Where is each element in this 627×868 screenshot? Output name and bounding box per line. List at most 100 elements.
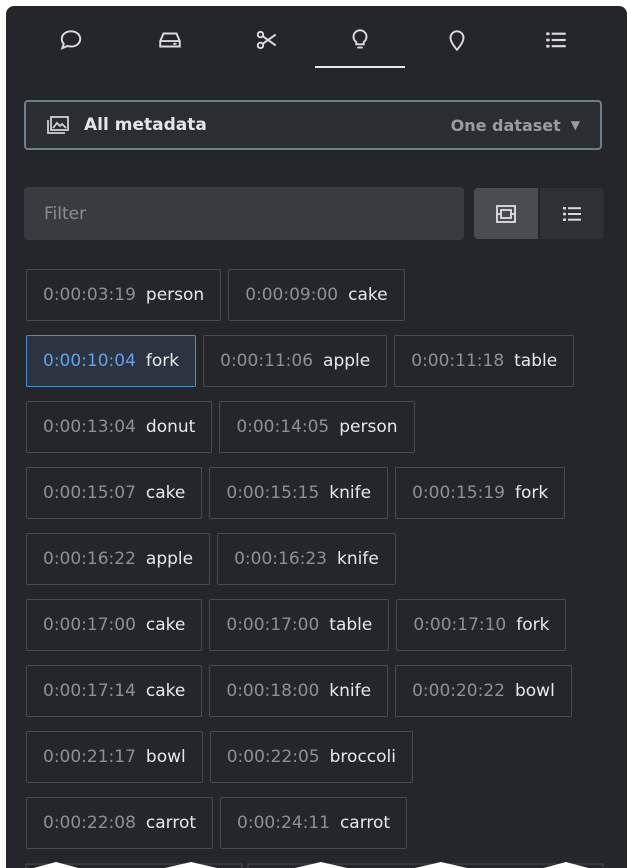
tab-insights[interactable] [338,20,382,60]
metadata-chip-list: 0:00:03:19 person 0:00:09:00 cake 0:00:10:04… [26,269,616,863]
tab-list[interactable] [534,20,578,60]
chip-label: fork [145,351,180,371]
list-view-button[interactable] [540,188,604,239]
tab-comments[interactable] [49,20,93,60]
caret-down-icon: ▼ [570,118,580,132]
chip-timestamp: 0:00:17:00 [226,615,320,635]
scope-dropdown[interactable]: All metadata One dataset ▼ [24,100,602,150]
chip-row: 0:00:15:07 cake 0:00:15:15 knife 0:00:15:19 f… [26,467,616,519]
chip-label: carrot [145,813,197,833]
lightbulb-icon [352,29,368,49]
chip-timestamp: 0:00:15:19 [412,483,505,503]
chip-timestamp: 0:00:16:23 [234,549,327,569]
scope-label: All metadata [84,115,207,135]
chip-label: donut [145,417,196,437]
metadata-chip[interactable]: 0:00:03:19 person [26,269,222,321]
chip-timestamp: 0:00:22:08 [43,813,136,833]
chip-label: knife [329,681,372,701]
metadata-chip[interactable]: 0:00:16:23 knife [217,533,396,585]
chip-timestamp: 0:00:13:04 [43,417,136,437]
tab-bar [6,6,627,76]
metadata-chip[interactable]: 0:00:18:00 knife [209,665,389,717]
chip-label: knife [329,483,372,503]
chip-label: carrot [339,813,391,833]
metadata-chip[interactable]: 0:00:15:07 cake [26,467,203,519]
chip-label: bowl [514,681,555,701]
images-icon [46,115,70,135]
metadata-chip[interactable]: 0:00:14:05 person [219,401,415,453]
chip-timestamp: 0:00:16:22 [43,549,136,569]
metadata-chip[interactable]: 0:00:17:14 cake [26,665,203,717]
chip-row: 0:00:22:08 carrot 0:00:24:11 carrot [26,797,616,849]
chip-label: person [145,285,205,305]
drive-icon [159,32,181,48]
chip-timestamp: 0:00:15:15 [226,483,320,503]
metadata-chip[interactable]: 0:00:20:22 bowl [395,665,572,717]
metadata-chip[interactable]: 0:00:13:04 donut [26,401,213,453]
chip-row: 0:00:03:19 person 0:00:09:00 cake [26,269,616,321]
chip-label: cake [145,483,186,503]
chip-timestamp: 0:00:15:07 [43,483,136,503]
chip-label: cake [145,615,186,635]
list-view-icon [563,206,581,221]
metadata-panel: All metadata One dataset ▼ 0:00:03:19 per… [6,6,627,868]
chip-label: cake [348,285,388,305]
chip-timestamp: 0:00:14:05 [236,417,330,437]
chip-timestamp: 0:00:10:04 [43,351,136,371]
chip-label: fork [516,615,550,635]
chip-label: table [329,615,373,635]
chip-row: 0:00:17:00 cake 0:00:17:00 table 0:00:17:10 f… [26,599,616,651]
chip-timestamp: 0:00:17:00 [43,615,136,635]
list-icon [546,32,566,48]
chip-timestamp: 0:00:17:14 [43,681,136,701]
metadata-chip[interactable]: 0:00:16:22 apple [26,533,211,585]
grid-view-icon [496,204,516,223]
chip-row: 0:00:21:17 bowl 0:00:22:05 broccoli [26,731,616,783]
metadata-chip[interactable]: 0:00:15:15 knife [209,467,389,519]
chip-timestamp: 0:00:11:18 [411,351,505,371]
chip-timestamp: 0:00:09:00 [245,285,339,305]
chip-label: apple [323,351,371,371]
grid-view-button[interactable] [474,188,538,239]
tab-storage[interactable] [148,20,192,60]
chip-row: 0:00:10:04 fork 0:00:11:06 apple 0:00:11:18 t… [26,335,616,387]
chip-label: bowl [145,747,186,767]
metadata-chip[interactable]: 0:00:22:08 carrot [26,797,214,849]
metadata-chip[interactable]: 0:00:22:05 broccoli [209,731,413,783]
chip-timestamp: 0:00:21:17 [43,747,136,767]
tab-clips[interactable] [245,20,289,60]
chat-bubble-icon [60,30,82,50]
chip-timestamp: 0:00:03:19 [43,285,136,305]
scissors-icon [256,30,277,50]
chip-row: 0:00:13:04 donut 0:00:14:05 person [26,401,616,453]
filter-input[interactable] [24,187,464,240]
chip-timestamp: 0:00:22:05 [226,747,320,767]
chip-timestamp: 0:00:11:06 [220,351,314,371]
metadata-chip[interactable]: 0:00:17:00 cake [26,599,203,651]
partial-next-row [25,862,604,868]
chip-timestamp: 0:00:24:11 [237,813,330,833]
chip-label: broccoli [329,747,396,767]
chip-row: 0:00:17:14 cake 0:00:18:00 knife 0:00:20:22 b… [26,665,616,717]
tab-location[interactable] [435,20,479,60]
metadata-chip[interactable]: 0:00:11:18 table [394,335,575,387]
metadata-chip[interactable]: 0:00:21:17 bowl [26,731,203,783]
chip-timestamp: 0:00:17:10 [413,615,507,635]
location-pin-icon [449,30,465,52]
active-tab-indicator [315,66,405,68]
metadata-chip[interactable]: 0:00:24:11 carrot [220,797,408,849]
chip-label: person [339,417,398,437]
metadata-chip[interactable]: 0:00:10:04 fork [26,335,197,387]
metadata-chip[interactable]: 0:00:17:10 fork [396,599,567,651]
scope-value: One dataset [450,115,561,135]
chip-label: fork [514,483,549,503]
metadata-chip[interactable]: 0:00:11:06 apple [203,335,388,387]
metadata-chip[interactable]: 0:00:09:00 cake [228,269,405,321]
metadata-chip[interactable]: 0:00:15:19 fork [395,467,566,519]
chip-row: 0:00:16:22 apple 0:00:16:23 knife [26,533,616,585]
chip-label: table [514,351,558,371]
chip-timestamp: 0:00:18:00 [226,681,320,701]
metadata-chip[interactable]: 0:00:17:00 table [209,599,390,651]
chip-label: knife [337,549,379,569]
chip-label: cake [145,681,186,701]
